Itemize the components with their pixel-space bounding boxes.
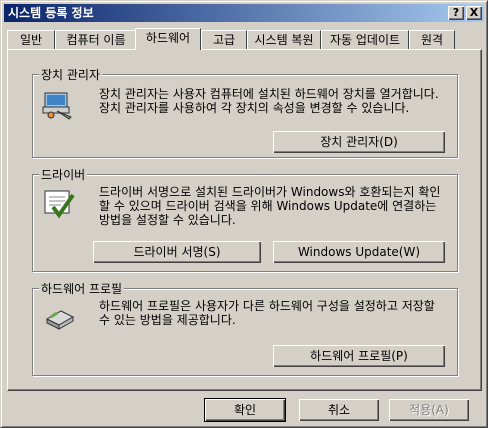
device-manager-title: 장치 관리자 xyxy=(39,66,103,83)
system-properties-window: 시스템 등록 정보 ? X 일반 컴퓨터 이름 하드웨어 고급 시스템 복원 자… xyxy=(0,0,488,428)
ok-button[interactable]: 확인 xyxy=(204,398,286,422)
hardware-profiles-group: 하드웨어 프로필 하드웨어 프로필은 사용자가 다른 하드웨어 구성을 설정하고… xyxy=(32,280,458,376)
drivers-group: 드라이버 드라이버 서명으로 설치된 드라이버가 Windows와 호환되는지 … xyxy=(32,166,458,272)
window-title: 시스템 등록 정보 xyxy=(8,6,94,20)
tab-strip: 일반 컴퓨터 이름 하드웨어 고급 시스템 복원 자동 업데이트 원격 xyxy=(7,28,481,50)
tab-advanced[interactable]: 고급 xyxy=(201,30,247,49)
windows-update-button[interactable]: Windows Update(W) xyxy=(273,241,445,263)
title-bar[interactable]: 시스템 등록 정보 ? X xyxy=(4,4,484,22)
tab-automatic-updates[interactable]: 자동 업데이트 xyxy=(321,30,409,49)
apply-button[interactable]: 적용(A) xyxy=(389,399,469,421)
tab-computer-name[interactable]: 컴퓨터 이름 xyxy=(55,30,137,49)
tab-remote[interactable]: 원격 xyxy=(409,30,455,49)
device-manager-description: 장치 관리자는 사용자 컴퓨터에 설치된 하드웨어 장치를 열거합니다. 장치 … xyxy=(99,87,439,115)
tab-hardware[interactable]: 하드웨어 xyxy=(135,28,201,50)
close-button[interactable]: X xyxy=(466,6,482,20)
hardware-profiles-button[interactable]: 하드웨어 프로필(P) xyxy=(273,345,445,367)
hardware-tab-panel: 장치 관리자 장치 관리자는 사용자 컴퓨터에 설치된 하드웨어 장치를 열거합… xyxy=(7,49,482,391)
cancel-button[interactable]: 취소 xyxy=(299,399,379,421)
hardware-profiles-description: 하드웨어 프로필은 사용자가 다른 하드웨어 구성을 설정하고 저장할 수 있는… xyxy=(99,299,435,327)
drivers-title: 드라이버 xyxy=(39,166,88,183)
tab-system-restore[interactable]: 시스템 복원 xyxy=(247,30,321,49)
driver-signing-button[interactable]: 드라이버 서명(S) xyxy=(93,241,261,263)
drivers-description: 드라이버 서명으로 설치된 드라이버가 Windows와 호환되는지 확인할 수… xyxy=(99,185,441,227)
hardware-profiles-title: 하드웨어 프로필 xyxy=(39,280,125,297)
device-manager-button[interactable]: 장치 관리자(D) xyxy=(273,131,445,153)
help-button[interactable]: ? xyxy=(448,6,464,20)
tab-general[interactable]: 일반 xyxy=(7,30,55,49)
device-manager-icon xyxy=(42,92,72,120)
hardware-profiles-icon xyxy=(45,310,75,330)
driver-signing-icon xyxy=(44,190,75,219)
device-manager-group: 장치 관리자 장치 관리자는 사용자 컴퓨터에 설치된 하드웨어 장치를 열거합… xyxy=(32,66,458,158)
